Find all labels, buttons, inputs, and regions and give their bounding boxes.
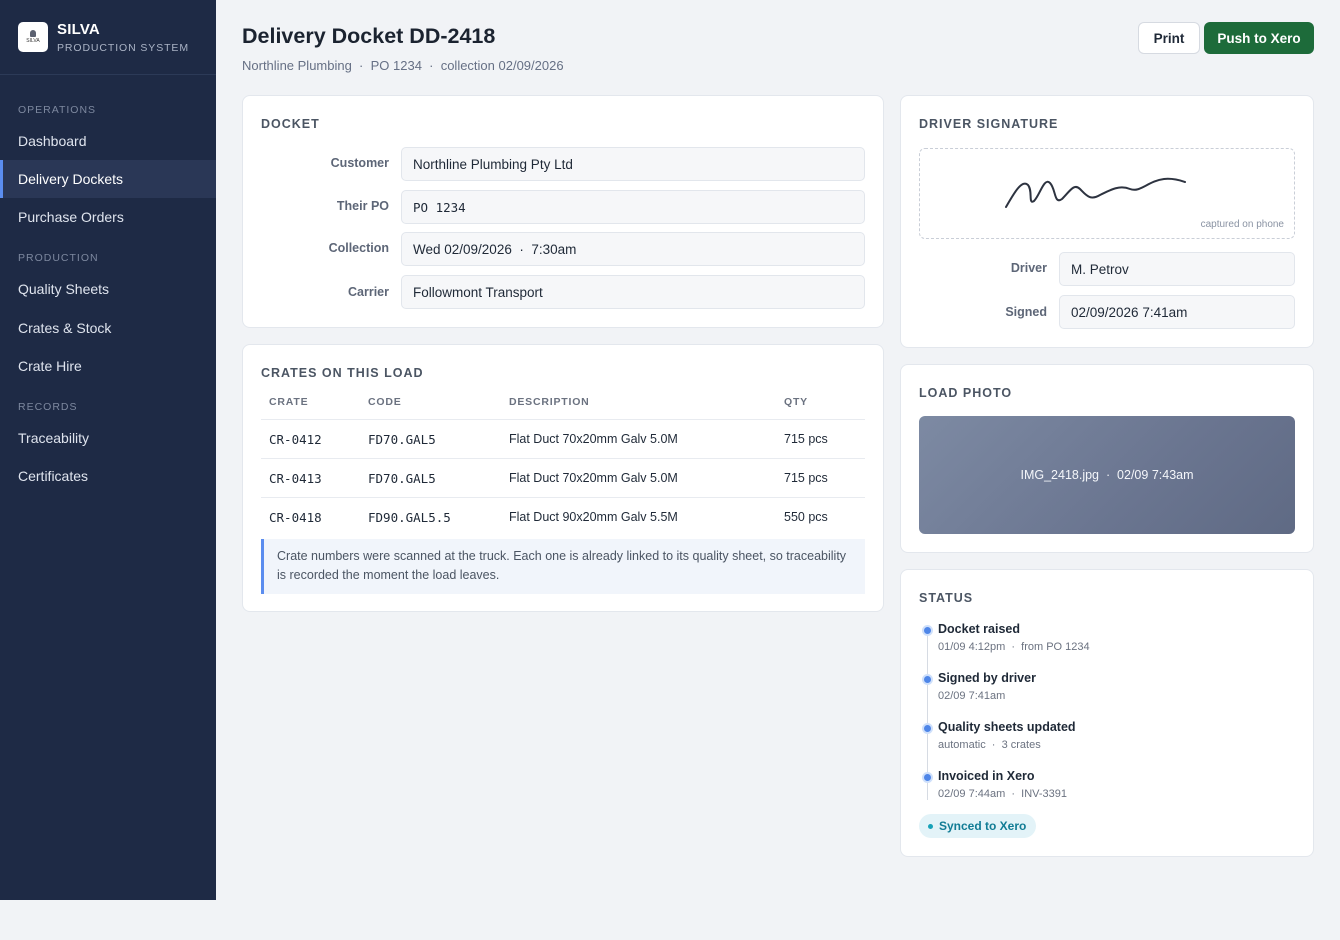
customer-label: Customer [330,156,389,170]
note-line: Crate numbers were scanned at the truck.… [277,549,847,563]
crate-cell: CR-0412 [269,432,322,447]
load-photo-card: LOAD PHOTO IMG_2418.jpg · 02/09 7:43am [900,364,1314,553]
timeline-event-title: Signed by driver [938,671,1036,685]
logo-text: SILVA [26,38,40,44]
page-subtitle: Northline Plumbing · PO 1234 · collectio… [242,58,564,73]
driver-signature-card: DRIVER SIGNATURE captured on phone Drive… [900,95,1314,348]
sidebar-item-purchase-orders[interactable]: Purchase Orders [0,198,216,236]
collection-label: Collection [328,241,389,255]
nav-section-operations: OPERATIONS [18,104,97,116]
description-cell: Flat Duct 70x20mm Galv 5.0M [509,432,678,446]
description-cell: Flat Duct 70x20mm Galv 5.0M [509,471,678,485]
brand-name: SILVA [57,20,100,38]
docket-card: DOCKET Customer Northline Plumbing Pty L… [242,95,884,328]
traceability-note: Crate numbers were scanned at the truck.… [261,539,865,594]
table-row[interactable]: CR-0418 FD90.GAL5.5 Flat Duct 90x20mm Ga… [261,498,865,536]
crates-card-title: CRATES ON THIS LOAD [261,366,424,380]
code-cell: FD70.GAL5 [368,471,436,486]
timeline-event-title: Quality sheets updated [938,720,1076,734]
qty-cell: 715 pcs [784,471,828,485]
signed-label: Signed [1005,305,1047,319]
status-dot-icon [928,824,933,829]
photo-caption: IMG_2418.jpg · 02/09 7:43am [1020,468,1194,482]
note-line: is recorded the moment the load leaves. [277,568,500,582]
qty-cell: 715 pcs [784,432,828,446]
status-card: STATUS Docket raised 01/09 4:12pm · from… [900,569,1314,857]
crates-card: CRATES ON THIS LOAD CRATE CODE DESCRIPTI… [242,344,884,612]
timeline-event-detail: 01/09 4:12pm · from PO 1234 [938,641,1090,653]
sidebar: SILVA SILVA PRODUCTION SYSTEM OPERATIONS… [0,0,216,900]
signature-card-title: DRIVER SIGNATURE [919,117,1059,131]
timeline-dot-icon [922,625,933,636]
column-header-qty[interactable]: QTY [784,396,808,408]
their-po-field[interactable]: PO 1234 [401,190,865,224]
driver-label: Driver [1010,261,1047,275]
timeline-dot-icon [922,723,933,734]
timeline-dot-icon [922,674,933,685]
carrier-label: Carrier [348,285,389,299]
sidebar-item-dashboard[interactable]: Dashboard [0,122,216,160]
sidebar-item-crates-stock[interactable]: Crates & Stock [0,309,216,347]
column-header-code[interactable]: CODE [368,396,402,408]
nav-section-records: RECORDS [18,401,78,413]
print-button[interactable]: Print [1138,22,1200,54]
nav-section-production: PRODUCTION [18,252,99,264]
status-card-title: STATUS [919,591,974,605]
description-cell: Flat Duct 90x20mm Galv 5.5M [509,510,678,524]
crate-cell: CR-0418 [269,510,322,525]
signed-field[interactable]: 02/09/2026 7:41am [1059,295,1295,329]
timeline-event-title: Invoiced in Xero [938,769,1035,783]
sidebar-item-certificates[interactable]: Certificates [0,457,216,495]
their-po-label: Their PO [336,199,389,213]
crate-cell: CR-0413 [269,471,322,486]
column-header-crate[interactable]: CRATE [269,396,308,408]
load-photo-title: LOAD PHOTO [919,386,1013,400]
silva-logo-icon: SILVA [18,22,48,52]
table-row[interactable]: CR-0412 FD70.GAL5 Flat Duct 70x20mm Galv… [261,420,865,458]
timeline-event-detail: automatic · 3 crates [938,739,1041,751]
customer-field[interactable]: Northline Plumbing Pty Ltd [401,147,865,181]
brand-subtitle: PRODUCTION SYSTEM [57,41,189,54]
docket-card-title: DOCKET [261,117,320,131]
driver-field[interactable]: M. Petrov [1059,252,1295,286]
code-cell: FD70.GAL5 [368,432,436,447]
collection-field[interactable]: Wed 02/09/2026 · 7:30am [401,232,865,266]
load-photo[interactable]: IMG_2418.jpg · 02/09 7:43am [919,416,1295,534]
code-cell: FD90.GAL5.5 [368,510,451,525]
brand[interactable]: SILVA SILVA PRODUCTION SYSTEM [0,0,216,75]
sidebar-item-quality-sheets[interactable]: Quality Sheets [0,270,216,308]
timeline-event-detail: 02/09 7:44am · INV-3391 [938,788,1068,800]
timeline-dot-icon [922,772,933,783]
signature-pad[interactable]: captured on phone [919,148,1295,239]
timeline-event-title: Docket raised [938,622,1020,636]
qty-cell: 550 pcs [784,510,828,524]
page-title: Delivery Docket DD-2418 [242,24,496,48]
main-content: Delivery Docket DD-2418 Northline Plumbi… [216,0,1340,940]
badge-label: Synced to Xero [939,819,1027,833]
sidebar-item-crate-hire[interactable]: Crate Hire [0,347,216,385]
push-to-xero-button[interactable]: Push to Xero [1204,22,1314,54]
column-header-description[interactable]: DESCRIPTION [509,396,590,408]
table-row[interactable]: CR-0413 FD70.GAL5 Flat Duct 70x20mm Galv… [261,459,865,497]
carrier-field[interactable]: Followmont Transport [401,275,865,309]
signature-caption: captured on phone [1200,219,1284,230]
sidebar-item-traceability[interactable]: Traceability [0,419,216,457]
sidebar-item-delivery-dockets[interactable]: Delivery Dockets [0,160,216,198]
synced-status-badge: Synced to Xero [919,814,1037,838]
timeline-event-detail: 02/09 7:41am [938,690,1006,702]
